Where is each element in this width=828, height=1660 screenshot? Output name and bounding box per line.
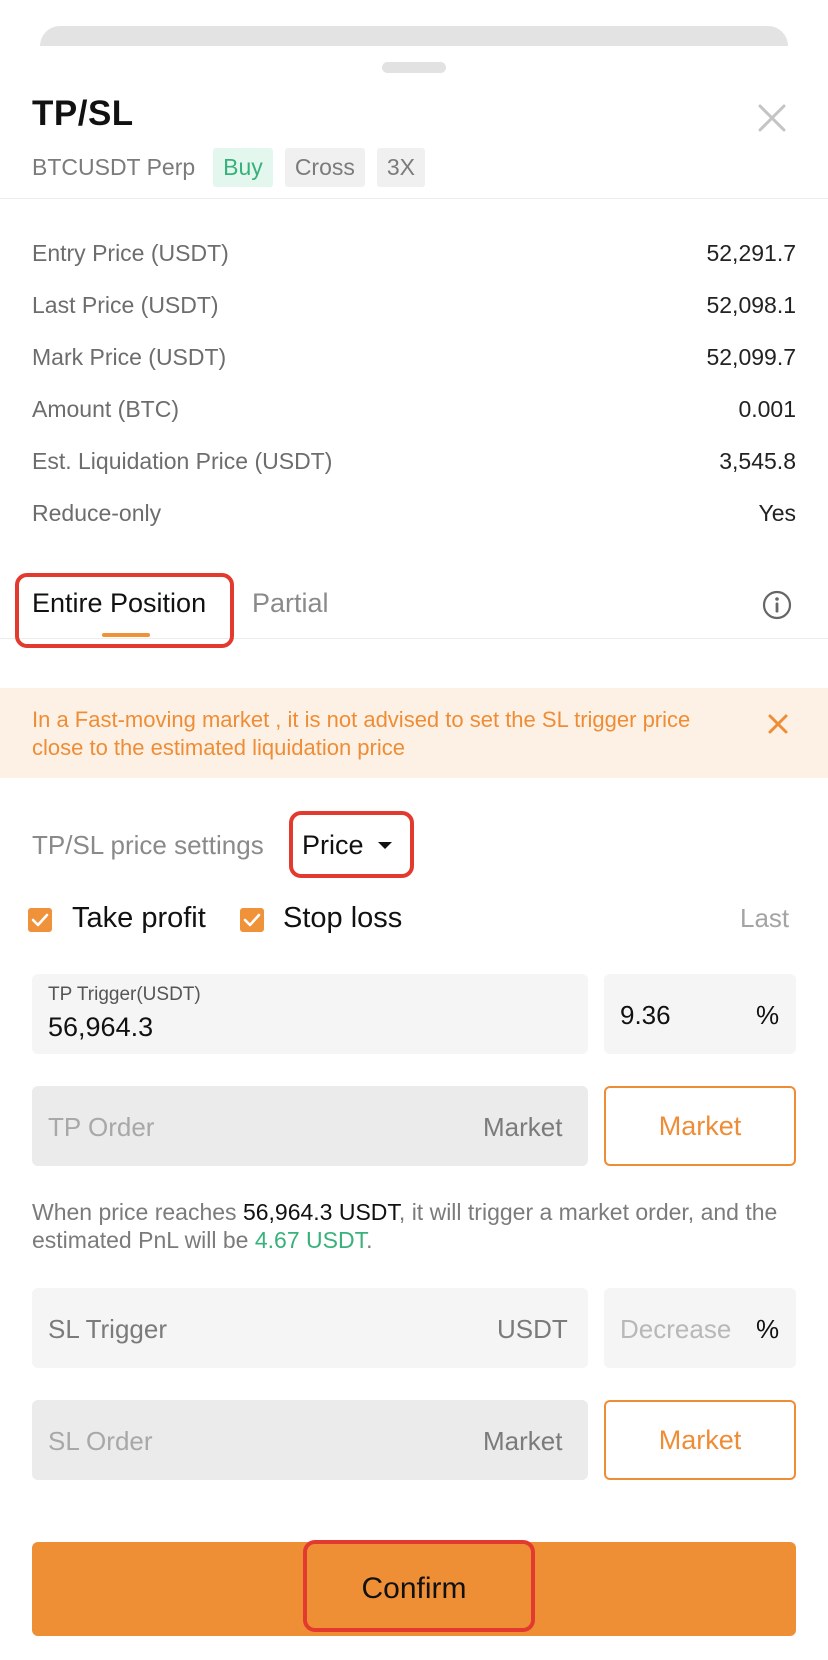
leverage-badge: 3X xyxy=(376,148,426,187)
sl-order-placeholder: SL Order xyxy=(48,1426,153,1456)
highlight-box-entire-position xyxy=(15,573,234,648)
sl-market-button[interactable]: Market xyxy=(604,1400,796,1480)
highlight-box-confirm xyxy=(303,1540,535,1632)
sheet-grabber[interactable] xyxy=(382,62,446,73)
info-value: 52,098.1 xyxy=(706,292,796,318)
position-summary: BTCUSDT Perp Buy Cross 3X xyxy=(32,148,437,187)
close-icon[interactable] xyxy=(754,100,790,136)
tp-percent-value: 9.36 xyxy=(620,1000,671,1030)
info-value: 52,099.7 xyxy=(706,344,796,370)
stop-loss-checkbox[interactable] xyxy=(240,908,264,932)
info-value: Yes xyxy=(758,500,796,526)
highlight-box-price-mode xyxy=(289,811,414,878)
info-label: Mark Price (USDT) xyxy=(32,344,227,370)
info-value: 52,291.7 xyxy=(706,240,796,266)
info-row-liquidation-price: Est. Liquidation Price (USDT) 3,545.8 xyxy=(32,448,796,475)
stop-loss-label: Stop loss xyxy=(283,902,403,934)
info-label: Entry Price (USDT) xyxy=(32,240,229,266)
sl-percent-placeholder: Decrease xyxy=(620,1314,732,1344)
hint-pnl: 4.67 USDT xyxy=(254,1227,367,1253)
info-value: 0.001 xyxy=(738,396,796,422)
tp-percent-sign: % xyxy=(756,1000,780,1030)
tp-pnl-hint: When price reaches 56,964.3 USDT, it wil… xyxy=(32,1198,802,1254)
take-profit-checkbox[interactable] xyxy=(28,908,52,932)
info-icon[interactable] xyxy=(762,590,792,620)
sl-trigger-placeholder: SL Trigger xyxy=(48,1314,167,1344)
price-type-selector[interactable]: Last xyxy=(740,903,789,934)
sl-trigger-unit: USDT xyxy=(497,1314,568,1344)
tp-order-placeholder: TP Order xyxy=(48,1112,155,1142)
info-value: 3,545.8 xyxy=(719,448,796,474)
info-row-entry-price: Entry Price (USDT) 52,291.7 xyxy=(32,240,796,267)
close-icon[interactable] xyxy=(764,710,792,738)
margin-mode-badge: Cross xyxy=(284,148,365,187)
info-row-mark-price: Mark Price (USDT) 52,099.7 xyxy=(32,344,796,371)
hint-prefix: When price reaches xyxy=(32,1199,237,1225)
hint-suffix: . xyxy=(366,1227,373,1253)
info-label: Est. Liquidation Price (USDT) xyxy=(32,448,333,474)
side-badge: Buy xyxy=(213,148,273,187)
header-divider xyxy=(0,198,828,199)
tp-market-button[interactable]: Market xyxy=(604,1086,796,1166)
tp-order-unit: Market xyxy=(483,1112,563,1142)
info-label: Reduce-only xyxy=(32,500,162,526)
tab-partial[interactable]: Partial xyxy=(252,588,329,619)
price-settings-label: TP/SL price settings xyxy=(32,830,264,860)
info-label: Amount (BTC) xyxy=(32,396,179,422)
page-title: TP/SL xyxy=(32,94,134,133)
sl-percent-sign: % xyxy=(756,1314,780,1344)
take-profit-label: Take profit xyxy=(72,902,206,934)
tp-trigger-value: 56,964.3 xyxy=(48,1012,154,1042)
info-row-last-price: Last Price (USDT) 52,098.1 xyxy=(32,292,796,319)
symbol-label: BTCUSDT Perp xyxy=(32,154,196,180)
sl-order-unit: Market xyxy=(483,1426,563,1456)
hint-price: 56,964.3 USDT xyxy=(242,1199,399,1225)
info-row-amount: Amount (BTC) 0.001 xyxy=(32,396,796,423)
warning-text: In a Fast-moving market , it is not advi… xyxy=(32,707,691,760)
info-row-reduce-only: Reduce-only Yes xyxy=(32,500,796,527)
info-label: Last Price (USDT) xyxy=(32,292,219,318)
tp-trigger-label: TP Trigger(USDT) xyxy=(48,984,201,1005)
